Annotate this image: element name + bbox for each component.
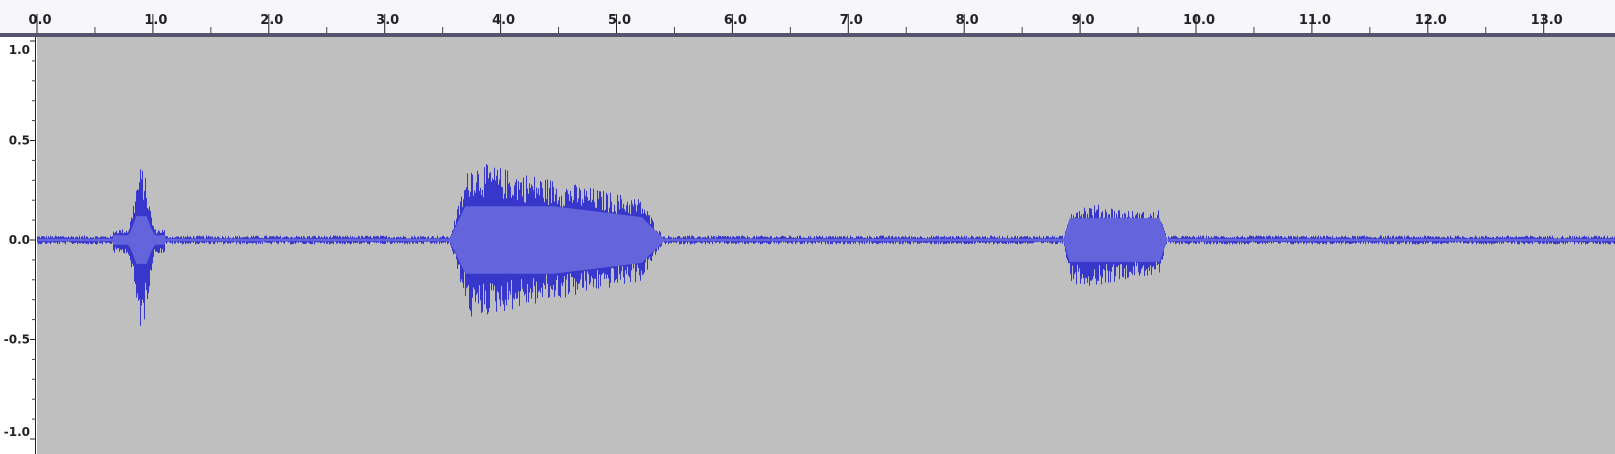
ruler-tick-label: 12.0 [1415,13,1447,28]
ruler-tick-label: 8.0 [956,13,979,28]
ruler-tick-label: 7.0 [840,13,863,28]
ruler-tick-label: 2.0 [260,13,283,28]
vertical-scale-label: 1.0 [9,43,30,57]
ruler-tick-label: 10.0 [1183,13,1215,28]
waveform-rms [37,206,1615,274]
timeline-ruler-scale: 0.0 1.0 2.0 3.0 4.0 5.0 6.0 7.0 8.0 9.0 10.0 11.0 12… [28,13,1563,33]
ruler-tick-label: 0.0 [28,13,51,28]
waveform-peaks [37,164,1615,326]
audio-track-waveform[interactable] [37,37,1615,454]
ruler-tick-label: 1.0 [144,13,167,28]
ruler-tick-label: 9.0 [1072,13,1095,28]
waveform-canvas [37,164,1615,326]
ruler-tick-label: 4.0 [492,13,515,28]
vertical-scale-label: 0.0 [9,233,30,247]
vertical-scale[interactable]: 1.0 0.5 0.0 -0.5 -1.0 [0,37,37,454]
ruler-tick-label: 5.0 [608,13,631,28]
ruler-tick-label: 13.0 [1531,13,1563,28]
ruler-tick-label: 6.0 [724,13,747,28]
vertical-scale-label: -0.5 [4,333,30,347]
vertical-scale-label: -1.0 [4,425,30,439]
vertical-scale-ticks: 1.0 0.5 0.0 -0.5 -1.0 [4,37,36,454]
timeline-ruler[interactable]: 0.0 1.0 2.0 3.0 4.0 5.0 6.0 7.0 8.0 9.0 10.0 11.0 12… [0,0,1615,36]
ruler-tick-label: 3.0 [376,13,399,28]
vertical-scale-label: 0.5 [9,134,30,148]
ruler-tick-label: 11.0 [1299,13,1331,28]
